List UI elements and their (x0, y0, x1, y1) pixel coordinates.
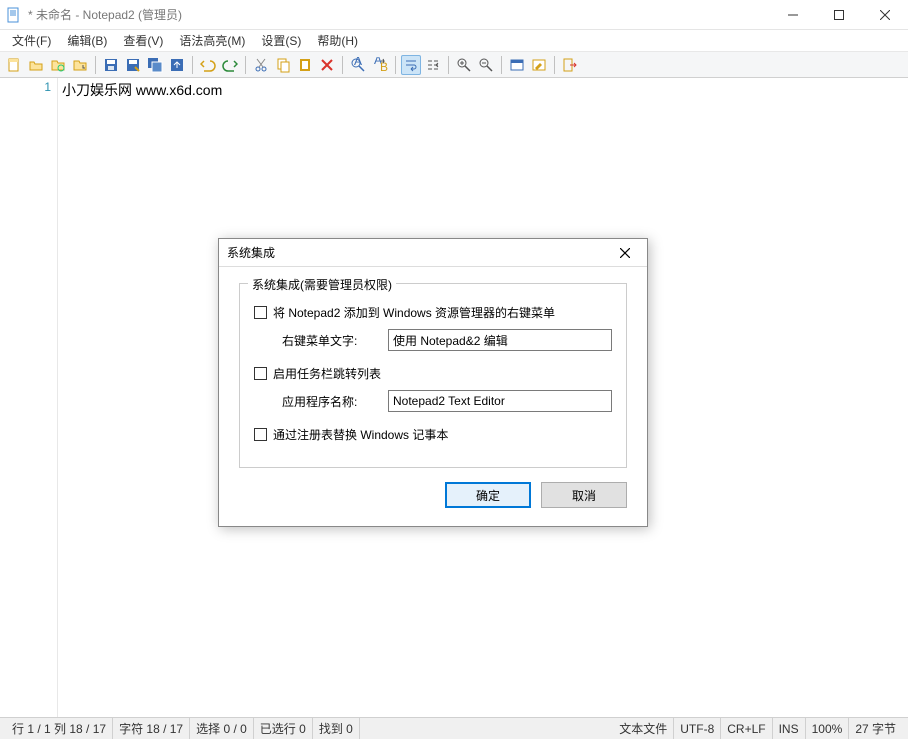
line-gutter: 1 (0, 78, 58, 717)
redo-icon[interactable] (220, 55, 240, 75)
status-zoom[interactable]: 100% (806, 718, 850, 739)
dialog-close-button[interactable] (611, 242, 639, 264)
revert-icon[interactable] (167, 55, 187, 75)
ok-button[interactable]: 确定 (445, 482, 531, 508)
status-selrows: 已选行 0 (254, 718, 313, 739)
cut-icon[interactable] (251, 55, 271, 75)
window-titlebar: * 未命名 - Notepad2 (管理员) (0, 0, 908, 30)
status-find: 找到 0 (313, 718, 360, 739)
new-file-icon[interactable] (4, 55, 24, 75)
browse-icon[interactable] (48, 55, 68, 75)
menu-settings[interactable]: 设置(S) (253, 30, 309, 51)
jumplist-checkbox[interactable] (254, 367, 267, 380)
status-mode[interactable]: INS (773, 718, 806, 739)
find-icon[interactable]: A (348, 55, 368, 75)
status-bar: 行 1 / 1 列 18 / 17 字符 18 / 17 选择 0 / 0 已选… (0, 717, 908, 739)
window-title: * 未命名 - Notepad2 (管理员) (28, 6, 182, 23)
exit-icon[interactable] (560, 55, 580, 75)
save-icon[interactable] (101, 55, 121, 75)
open-file-icon[interactable] (26, 55, 46, 75)
scheme-icon[interactable] (507, 55, 527, 75)
customize-icon[interactable] (529, 55, 549, 75)
maximize-button[interactable] (816, 0, 862, 30)
context-menu-label: 将 Notepad2 添加到 Windows 资源管理器的右键菜单 (273, 304, 555, 321)
status-bytes: 27 字节 (849, 718, 902, 739)
integration-groupbox: 系统集成(需要管理员权限) 将 Notepad2 添加到 Windows 资源管… (239, 283, 627, 468)
svg-text:A: A (354, 57, 362, 68)
cancel-button[interactable]: 取消 (541, 482, 627, 508)
line-number: 1 (0, 80, 51, 94)
dialog-title: 系统集成 (227, 244, 275, 261)
word-wrap-icon[interactable] (401, 55, 421, 75)
status-chars: 字符 18 / 17 (113, 718, 190, 739)
delete-icon[interactable] (317, 55, 337, 75)
replace-icon[interactable]: AB (370, 55, 390, 75)
appname-label: 应用程序名称: (282, 393, 378, 410)
app-icon (6, 7, 22, 23)
minimize-button[interactable] (770, 0, 816, 30)
save-copy-icon[interactable] (145, 55, 165, 75)
save-as-icon[interactable] (123, 55, 143, 75)
context-menu-checkbox[interactable] (254, 306, 267, 319)
undo-icon[interactable] (198, 55, 218, 75)
copy-icon[interactable] (273, 55, 293, 75)
status-eol[interactable]: CR+LF (721, 718, 772, 739)
menu-view[interactable]: 查看(V) (115, 30, 171, 51)
status-encoding[interactable]: UTF-8 (674, 718, 721, 739)
groupbox-title: 系统集成(需要管理员权限) (248, 276, 396, 293)
context-text-input[interactable] (388, 329, 612, 351)
menu-bar: 文件(F) 编辑(B) 查看(V) 语法高亮(M) 设置(S) 帮助(H) (0, 30, 908, 52)
appname-input[interactable] (388, 390, 612, 412)
status-sel: 选择 0 / 0 (190, 718, 254, 739)
line-numbers-icon[interactable] (423, 55, 443, 75)
menu-help[interactable]: 帮助(H) (309, 30, 366, 51)
menu-file[interactable]: 文件(F) (4, 30, 59, 51)
toolbar: A AB (0, 52, 908, 78)
replace-notepad-label: 通过注册表替换 Windows 记事本 (273, 426, 448, 443)
dialog-titlebar[interactable]: 系统集成 (219, 239, 647, 267)
recent-icon[interactable] (70, 55, 90, 75)
system-integration-dialog: 系统集成 系统集成(需要管理员权限) 将 Notepad2 添加到 Window… (218, 238, 648, 527)
zoom-out-icon[interactable] (476, 55, 496, 75)
status-filetype[interactable]: 文本文件 (613, 718, 674, 739)
context-text-label: 右键菜单文字: (282, 332, 378, 349)
paste-icon[interactable] (295, 55, 315, 75)
close-button[interactable] (862, 0, 908, 30)
menu-edit[interactable]: 编辑(B) (59, 30, 115, 51)
zoom-in-icon[interactable] (454, 55, 474, 75)
menu-syntax[interactable]: 语法高亮(M) (171, 30, 253, 51)
status-line-col: 行 1 / 1 列 18 / 17 (6, 718, 113, 739)
jumplist-label: 启用任务栏跳转列表 (273, 365, 381, 382)
replace-notepad-checkbox[interactable] (254, 428, 267, 441)
